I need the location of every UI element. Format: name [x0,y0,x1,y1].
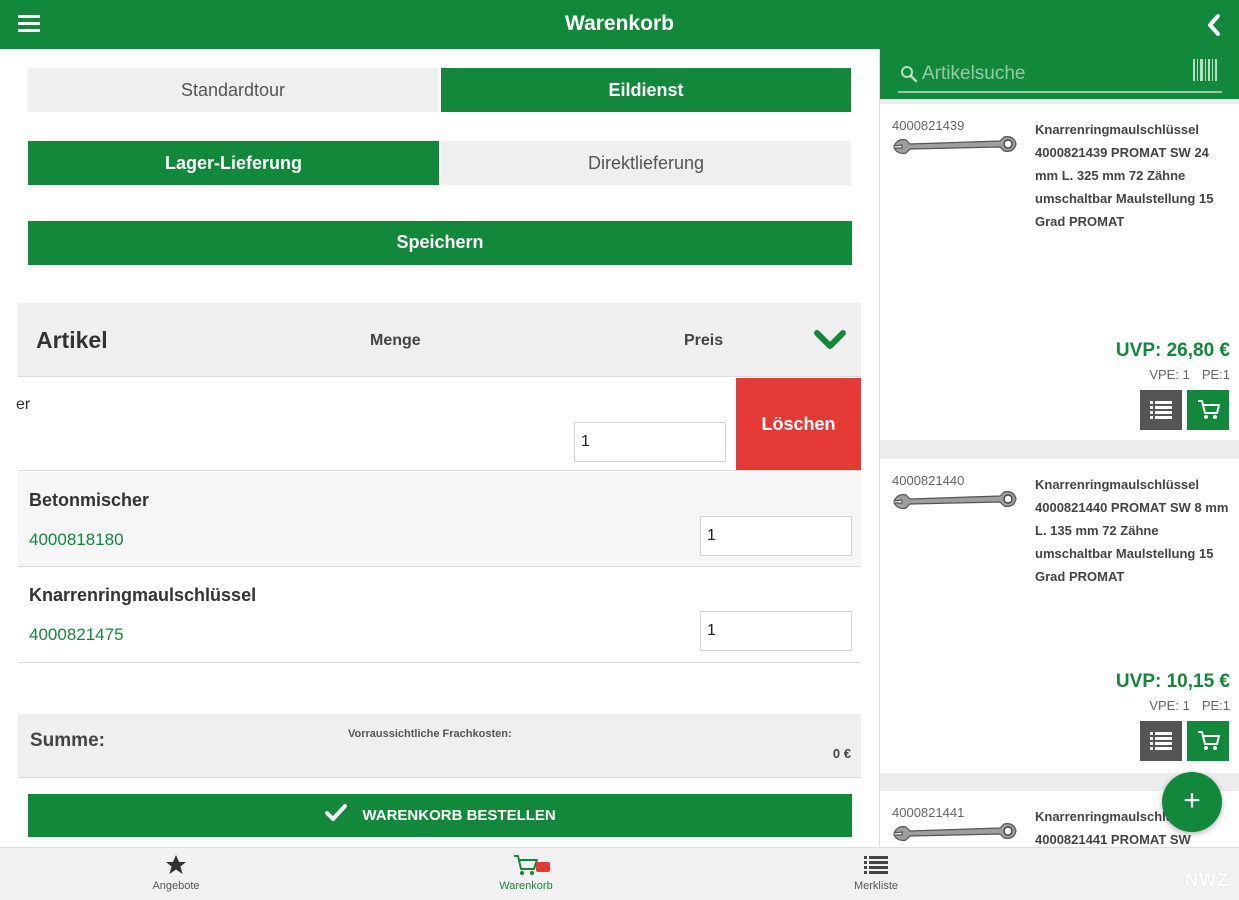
nav-item-angebote[interactable]: Angebote [116,852,236,892]
tab-direktlieferung[interactable]: Direktlieferung [441,141,851,185]
product-pack-info: VPE: 1 PE:1 [1137,698,1230,713]
list-icon [864,856,888,874]
product-number: 4000821439 [892,118,965,133]
details-list-button[interactable] [1140,721,1182,761]
item-name: Betonmischer [29,490,150,510]
cart-icon [1198,731,1220,750]
item-name-fragment: er [16,396,31,413]
order-cart-button[interactable]: WARENKORB BESTELLEN [28,794,852,837]
delete-button[interactable]: Löschen [736,378,861,470]
quantity-input[interactable] [574,422,726,462]
search-bar [880,49,1239,99]
nav-label: Angebote [152,880,200,892]
product-card[interactable]: 4000821439 Knarrenringmaulschlüssel 4000… [880,104,1239,440]
nav-item-warenkorb[interactable]: Warenkorb [466,852,586,892]
freight-label: Vorraussichtliche Frachkosten: [348,728,512,740]
search-icon [901,66,918,83]
vpe-value: VPE: 1 [1149,698,1190,713]
order-cart-label: WARENKORB BESTELLEN [362,807,556,824]
cart-icon [1198,400,1220,419]
product-description: Knarrenringmaulschlüssel 4000821439 PROM… [1035,122,1214,229]
product-pack-info: VPE: 1 PE:1 [1137,367,1230,382]
tab-standardtour[interactable]: Standardtour [28,68,438,112]
tab-eildienst[interactable]: Eildienst [441,68,851,112]
vpe-value: VPE: 1 [1149,367,1190,382]
page-title: Warenkorb [565,12,674,35]
table-row: Knarrenringmaulschlüssel 4000821475 [18,568,861,663]
cart-summary: Summe: Vorraussichtliche Frachkosten: 0 … [18,714,861,778]
table-row: Betonmischer 4000818180 [18,472,861,567]
cart-table-header: Artikel Menge Preis [18,303,861,377]
freight-value: 0 € [832,746,851,761]
column-header-price: Preis [684,332,724,349]
product-number: 4000821441 [892,805,965,820]
product-description: Knarrenringmaulschlüssel 4000821440 PROM… [1035,477,1229,584]
chevron-down-icon[interactable] [813,327,847,353]
chevron-left-icon[interactable] [1203,12,1225,38]
column-header-article: Artikel [36,327,108,353]
search-input[interactable] [922,59,1182,89]
product-price: UVP: 26,80 € [1115,340,1230,361]
table-row[interactable]: er Löschen [16,378,861,471]
quantity-input[interactable] [700,611,852,651]
cart-pane: Standardtour Eildienst Lager-Lieferung D… [0,49,876,847]
quantity-input[interactable] [700,516,852,556]
checkmark-icon [325,804,348,822]
product-card[interactable]: 4000821440 Knarrenringmaulschlüssel 4000… [880,459,1239,773]
nav-label: Merkliste [853,880,898,892]
star-icon [166,855,186,874]
list-icon [1150,732,1172,750]
add-to-cart-button[interactable] [1187,721,1229,761]
details-list-button[interactable] [1140,390,1182,430]
nav-label: Warenkorb [499,880,553,892]
column-header-quantity: Menge [370,332,421,349]
item-name: Knarrenringmaulschlüssel [29,585,257,605]
list-icon [1150,401,1172,419]
product-number: 4000821440 [892,473,965,488]
pe-value: PE:1 [1201,698,1230,713]
product-price: UVP: 10,15 € [1115,671,1230,692]
pe-value: PE:1 [1201,367,1230,382]
brand-logo: NWZ [1185,870,1229,890]
nav-item-merkliste[interactable]: Merkliste [816,852,936,892]
bottom-navigation: Angebote Warenkorb Merkliste NWZ [0,847,1239,900]
barcode-icon[interactable] [1192,57,1218,83]
wrench-icon [892,823,1017,842]
wrench-icon [892,136,1017,155]
item-number-link[interactable]: 4000818180 [29,530,124,550]
wrench-icon [892,491,1017,510]
add-fab-button[interactable]: + [1162,772,1222,832]
top-bar: Warenkorb [0,0,1239,49]
add-to-cart-button[interactable] [1187,390,1229,430]
summary-label: Summe: [30,730,105,751]
search-underline [898,91,1222,93]
save-button[interactable]: Speichern [28,221,852,265]
product-search-pane: 4000821439 Knarrenringmaulschlüssel 4000… [879,49,1239,847]
cart-count-badge [536,862,550,872]
tab-lager-lieferung[interactable]: Lager-Lieferung [28,141,439,185]
item-number-link[interactable]: 4000821475 [29,625,124,645]
